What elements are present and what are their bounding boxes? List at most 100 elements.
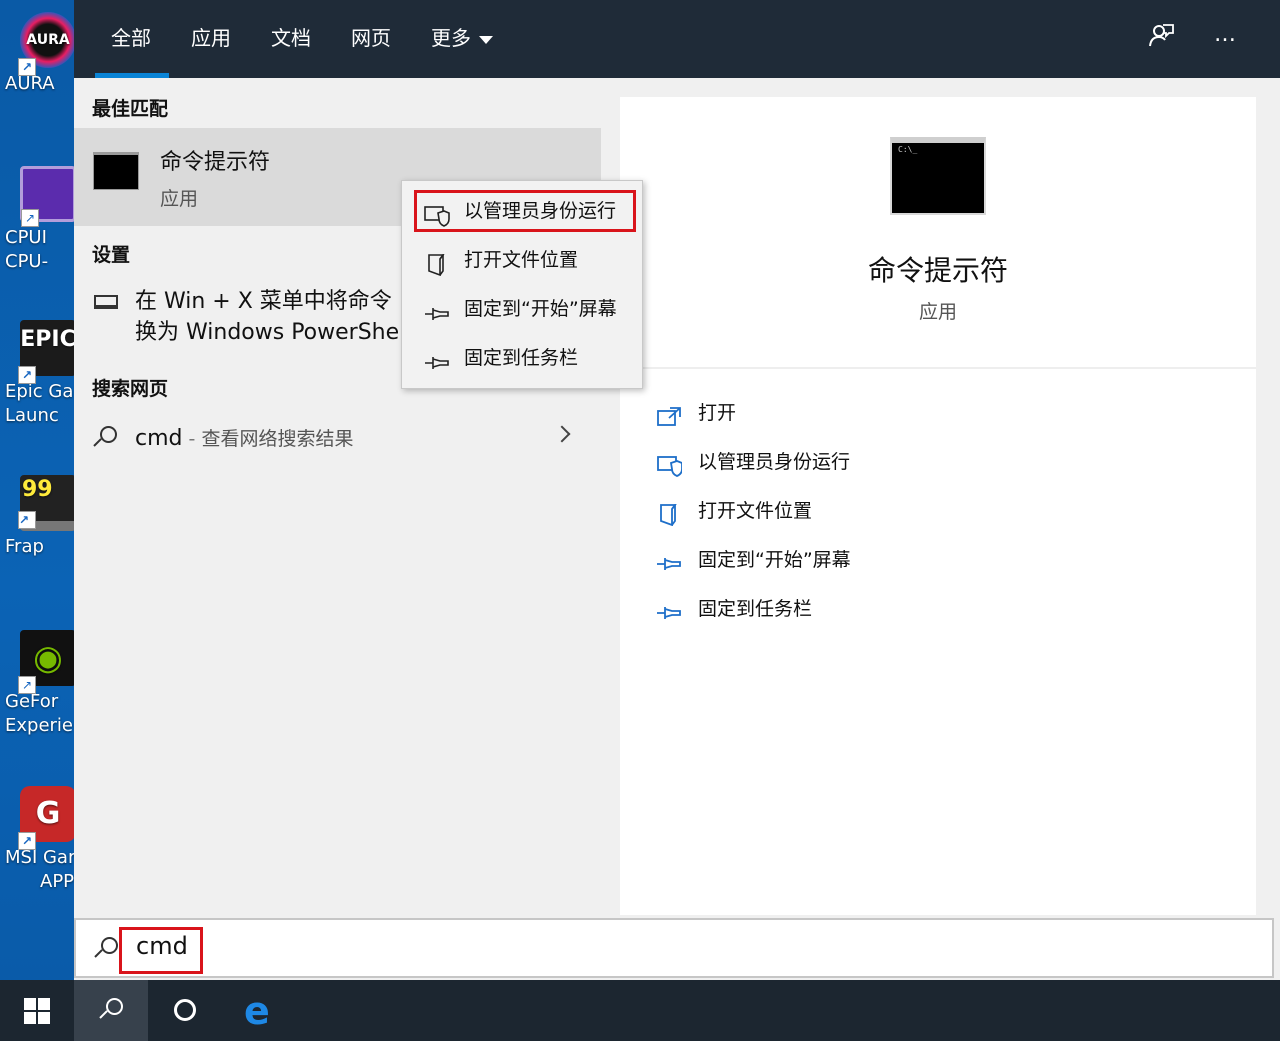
msi-gaming-icon: G ↗	[18, 786, 75, 850]
desktop-icon-label: AURA	[5, 73, 55, 94]
desktop-icon-label-2: Launc	[5, 405, 59, 426]
open-icon	[656, 402, 682, 426]
web-suffix: 查看网络搜索结果	[201, 428, 354, 450]
action-pin-to-taskbar[interactable]: 固定到任务栏	[654, 589, 812, 629]
chevron-right-icon[interactable]	[553, 425, 571, 443]
settings-heading: 设置	[92, 244, 131, 266]
context-menu: 以管理员身份运行 打开文件位置 固定到“开始”屏幕 固定到任务栏	[401, 180, 643, 389]
best-match-heading: 最佳匹配	[92, 98, 169, 120]
desktop-icon-label-2: CPU-	[5, 251, 49, 272]
edge-button[interactable]: e	[224, 980, 298, 1041]
cortana-icon	[174, 999, 196, 1021]
action-label: 打开文件位置	[698, 500, 813, 522]
preview-subtitle: 应用	[918, 301, 957, 323]
search-icon	[99, 998, 123, 1022]
search-box[interactable]: cmd	[74, 918, 1274, 978]
shortcut-arrow-icon: ↗	[18, 676, 36, 694]
desktop-icon-label-2: APP	[40, 871, 75, 892]
menu-item-label: 固定到任务栏	[464, 347, 579, 369]
settings-result-line2: 换为 Windows PowerShe	[135, 320, 400, 345]
folder-icon	[656, 500, 682, 527]
console-prompt-text: C:\_	[898, 145, 918, 154]
search-icon	[93, 426, 117, 450]
tab-apps[interactable]: 应用	[191, 0, 231, 78]
tab-more[interactable]: 更多	[431, 0, 493, 78]
search-icon	[94, 937, 118, 961]
action-label: 固定到任务栏	[698, 598, 813, 620]
desktop-icon-epic[interactable]: EPIC ↗ Epic Ga Launc	[0, 320, 75, 428]
web-query: cmd	[135, 426, 183, 451]
monitor-icon	[94, 295, 118, 309]
desktop-icon-cpu[interactable]: ↗ CPUI CPU-	[0, 166, 75, 274]
shortcut-arrow-icon: ↗	[18, 832, 36, 850]
menu-item-label: 固定到“开始”屏幕	[464, 298, 617, 320]
action-open[interactable]: 打开	[654, 393, 736, 433]
desktop-icon-aura[interactable]: AURA ↗ AURA	[0, 12, 75, 96]
menu-item-pin-to-taskbar[interactable]: 固定到任务栏	[414, 338, 634, 378]
tab-more-label: 更多	[431, 26, 471, 50]
desktop-icon-label: MSI Gar	[5, 847, 75, 868]
menu-item-open-file-location[interactable]: 打开文件位置	[414, 240, 634, 280]
best-match-subtitle: 应用	[160, 188, 199, 210]
command-prompt-icon	[93, 152, 139, 190]
tab-all[interactable]: 全部	[95, 0, 169, 78]
aura-app-icon: AURA ↗	[18, 12, 75, 76]
web-search-result[interactable]: cmd - 查看网络搜索结果	[74, 414, 601, 462]
search-tabs-bar: 全部 应用 文档 网页 更多 …	[74, 0, 1280, 78]
menu-item-pin-to-start[interactable]: 固定到“开始”屏幕	[414, 289, 634, 329]
shortcut-arrow-icon: ↗	[21, 209, 39, 227]
fraps-icon: 99 ↗	[18, 475, 75, 531]
cpu-app-icon: ↗	[20, 166, 75, 227]
action-open-file-location[interactable]: 打开文件位置	[654, 491, 812, 531]
settings-result-line1: 在 Win + X 菜单中将命令	[135, 289, 392, 314]
pin-icon	[424, 299, 449, 320]
pin-icon	[424, 348, 449, 369]
taskbar-search-button[interactable]	[74, 980, 148, 1041]
desktop-icon-fraps[interactable]: 99 ↗ Frap	[0, 475, 75, 559]
desktop-icon-label-2: Experie	[5, 715, 74, 736]
command-prompt-large-icon: C:\_	[890, 137, 986, 215]
folder-icon	[424, 250, 448, 277]
shortcut-arrow-icon: ↗	[18, 366, 36, 384]
action-label: 以管理员身份运行	[698, 451, 851, 473]
preview-pane: C:\_ 命令提示符 应用 打开 以管理员身份运行 打开文件位置 固定到“开始”…	[620, 97, 1256, 915]
menu-item-label: 打开文件位置	[464, 249, 579, 271]
desktop-icon-label: Frap	[5, 536, 44, 557]
chevron-down-icon	[479, 35, 493, 44]
start-button[interactable]	[0, 980, 74, 1041]
highlight-box-search-input	[119, 927, 203, 974]
shortcut-arrow-icon: ↗	[18, 58, 36, 76]
shield-icon	[656, 451, 683, 477]
epic-games-icon: EPIC ↗	[18, 320, 75, 384]
more-options-icon[interactable]: …	[1210, 20, 1240, 50]
best-match-title: 命令提示符	[160, 150, 271, 175]
web-search-heading: 搜索网页	[92, 378, 169, 400]
shortcut-arrow-icon: ↗	[18, 511, 36, 529]
highlight-box-run-as-admin	[414, 190, 636, 232]
action-label: 打开	[698, 402, 737, 424]
desktop-icon-label: GeFor	[5, 691, 59, 712]
desktop-icon-label: CPUI	[5, 227, 47, 248]
search-panel: 全部 应用 文档 网页 更多 … 最佳匹配 命令提示符 应用 设置 在 Win …	[74, 0, 1280, 980]
edge-icon: e	[244, 989, 270, 1033]
action-pin-to-start[interactable]: 固定到“开始”屏幕	[654, 540, 851, 580]
action-label: 固定到“开始”屏幕	[698, 549, 851, 571]
web-search-text: cmd - 查看网络搜索结果	[135, 424, 353, 451]
web-separator: -	[182, 428, 202, 450]
feedback-icon[interactable]	[1146, 22, 1176, 52]
preview-title: 命令提示符	[867, 254, 1008, 287]
settings-result[interactable]: 在 Win + X 菜单中将命令 换为 Windows PowerShe	[135, 286, 405, 348]
pin-icon	[656, 598, 682, 620]
windows-icon	[24, 998, 50, 1024]
desktop-icon-msi[interactable]: G ↗ MSI Gar APP	[0, 786, 75, 894]
preview-divider	[620, 367, 1256, 369]
desktop-icon-geforce[interactable]: ◉ ↗ GeFor Experie	[0, 630, 75, 738]
tab-web[interactable]: 网页	[351, 0, 391, 78]
tab-documents[interactable]: 文档	[271, 0, 311, 78]
desktop-icon-label: Epic Ga	[5, 381, 74, 402]
taskbar: e	[0, 980, 1280, 1041]
cortana-button[interactable]	[148, 980, 222, 1041]
action-run-as-admin[interactable]: 以管理员身份运行	[654, 442, 850, 482]
nvidia-icon: ◉ ↗	[18, 630, 75, 694]
pin-icon	[656, 549, 682, 571]
